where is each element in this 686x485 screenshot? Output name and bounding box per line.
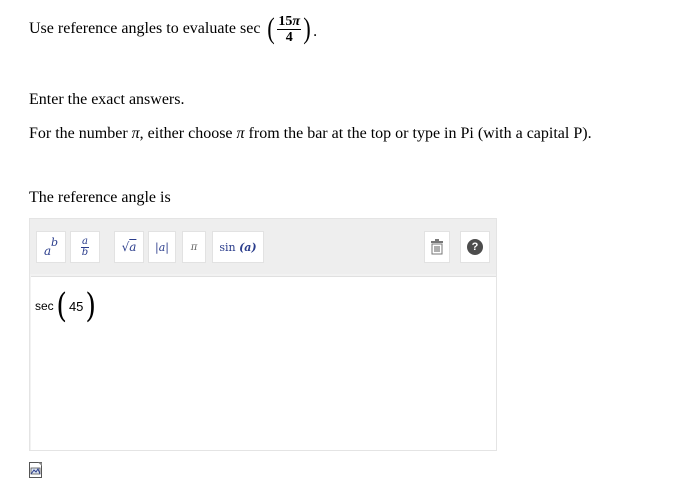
instruction-pi: For the number π, either choose π from t…: [29, 125, 592, 142]
preview-icon[interactable]: [29, 462, 43, 478]
sin-icon: sin (a): [219, 240, 257, 254]
superscript-icon: a b: [44, 236, 59, 258]
instruction-exact: Enter the exact answers.: [29, 91, 185, 108]
question-fraction: 15π 4: [277, 13, 302, 45]
math-editor: a b a b √a |a| π sin (a) ? sec (45): [29, 218, 497, 451]
math-toolbar: a b a b √a |a| π sin (a) ?: [30, 219, 496, 274]
pi-icon: π: [190, 241, 198, 253]
pi-button[interactable]: π: [182, 231, 206, 263]
abs-button[interactable]: |a|: [148, 231, 176, 263]
fraction-numerator: 15π: [277, 13, 302, 30]
answer-value: 45: [68, 298, 84, 314]
left-paren: (: [267, 12, 276, 45]
fraction-denominator: 4: [285, 29, 293, 45]
sin-button[interactable]: sin (a): [212, 231, 264, 263]
sqrt-button[interactable]: √a: [114, 231, 144, 263]
answer-function: sec: [35, 299, 54, 313]
help-icon: ?: [467, 239, 483, 255]
fraction-button[interactable]: a b: [70, 231, 100, 263]
abs-icon: |a|: [155, 240, 169, 254]
trash-icon: [431, 239, 443, 255]
right-paren: ): [303, 12, 311, 45]
fraction-icon: a b: [81, 235, 89, 258]
help-button[interactable]: ?: [460, 231, 490, 263]
question-text: Use reference angles to evaluate sec ( 1…: [29, 12, 318, 45]
superscript-button[interactable]: a b: [36, 231, 66, 263]
clear-button[interactable]: [424, 231, 450, 263]
answer-input[interactable]: sec ( 45 ): [31, 276, 496, 450]
sqrt-icon: √a: [121, 240, 137, 254]
reference-angle-prompt: The reference angle is: [29, 189, 171, 206]
answer-right-paren: ): [85, 286, 97, 326]
question-suffix: .: [313, 23, 318, 40]
answer-left-paren: (: [56, 286, 67, 326]
question-prefix: Use reference angles to evaluate sec: [29, 20, 261, 37]
answer-expression: sec ( 45 ): [35, 289, 98, 323]
